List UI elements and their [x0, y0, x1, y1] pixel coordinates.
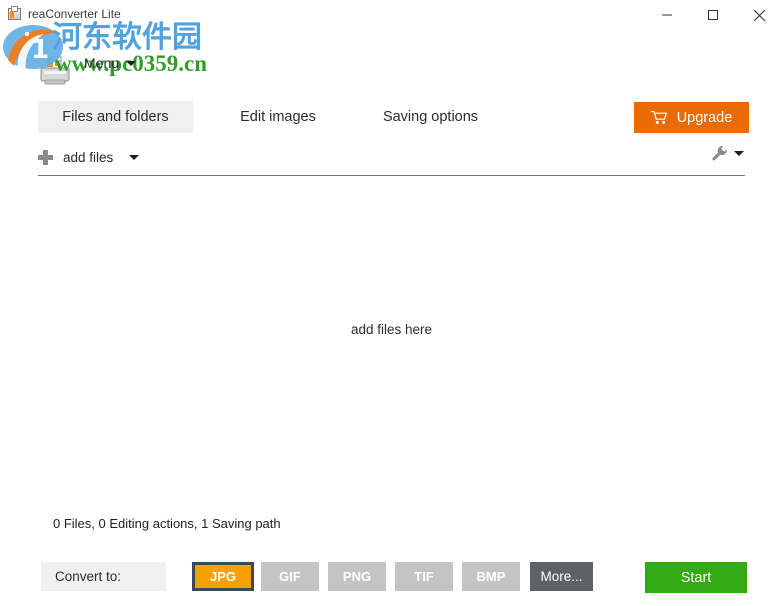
- format-label: GIF: [279, 569, 301, 584]
- format-button-bmp[interactable]: BMP: [462, 562, 520, 591]
- format-button-tif[interactable]: TIF: [395, 562, 453, 591]
- menu-button-label: Menu: [84, 55, 120, 71]
- format-label: BMP: [476, 569, 506, 584]
- status-bar-text: 0 Files, 0 Editing actions, 1 Saving pat…: [53, 516, 281, 531]
- format-label: TIF: [414, 569, 434, 584]
- files-toolbar: add files: [38, 142, 744, 172]
- tab-label: Saving options: [382, 109, 479, 125]
- printer-icon: [40, 56, 70, 85]
- start-button[interactable]: Start: [645, 562, 747, 593]
- plus-icon: [38, 149, 53, 165]
- convert-to-text: Convert to:: [55, 569, 122, 584]
- app-printer-icon: [7, 6, 23, 22]
- format-button-jpg[interactable]: JPG: [192, 562, 254, 591]
- chevron-down-icon: [126, 60, 137, 66]
- tab-label: Edit images: [240, 109, 316, 125]
- menu-button[interactable]: Menu: [84, 55, 137, 71]
- wrench-icon: [712, 146, 727, 161]
- format-button-more[interactable]: More...: [530, 562, 593, 591]
- tab-saving-options[interactable]: Saving options: [363, 101, 498, 133]
- title-bar-left: reaConverter Lite: [0, 0, 121, 22]
- format-button-png[interactable]: PNG: [328, 562, 386, 591]
- file-drop-area[interactable]: add files here: [38, 176, 745, 501]
- chevron-down-icon[interactable]: [129, 154, 140, 160]
- shopping-cart-icon: [650, 110, 667, 124]
- close-icon[interactable]: [736, 0, 782, 30]
- add-files-button[interactable]: add files: [38, 142, 140, 172]
- title-bar: reaConverter Lite: [0, 0, 782, 30]
- format-label: PNG: [342, 569, 372, 584]
- upgrade-button-label: Upgrade: [676, 109, 733, 126]
- tab-files-and-folders[interactable]: Files and folders: [38, 101, 193, 133]
- format-label: More...: [540, 569, 583, 584]
- upgrade-button[interactable]: Upgrade: [634, 102, 749, 133]
- tab-label: Files and folders: [62, 109, 169, 125]
- add-files-label: add files: [63, 149, 114, 165]
- minimize-icon[interactable]: [644, 0, 690, 30]
- window-title: reaConverter Lite: [28, 7, 121, 21]
- drop-area-hint: add files here: [350, 322, 433, 337]
- format-button-gif[interactable]: GIF: [261, 562, 319, 591]
- maximize-icon[interactable]: [690, 0, 736, 30]
- chevron-down-icon: [734, 151, 744, 156]
- start-button-label: Start: [680, 569, 712, 586]
- tab-edit-images[interactable]: Edit images: [218, 101, 338, 133]
- format-label: JPG: [209, 569, 236, 584]
- convert-to-label: Convert to:: [41, 562, 166, 591]
- window-controls: [644, 0, 782, 30]
- settings-button[interactable]: [711, 145, 744, 162]
